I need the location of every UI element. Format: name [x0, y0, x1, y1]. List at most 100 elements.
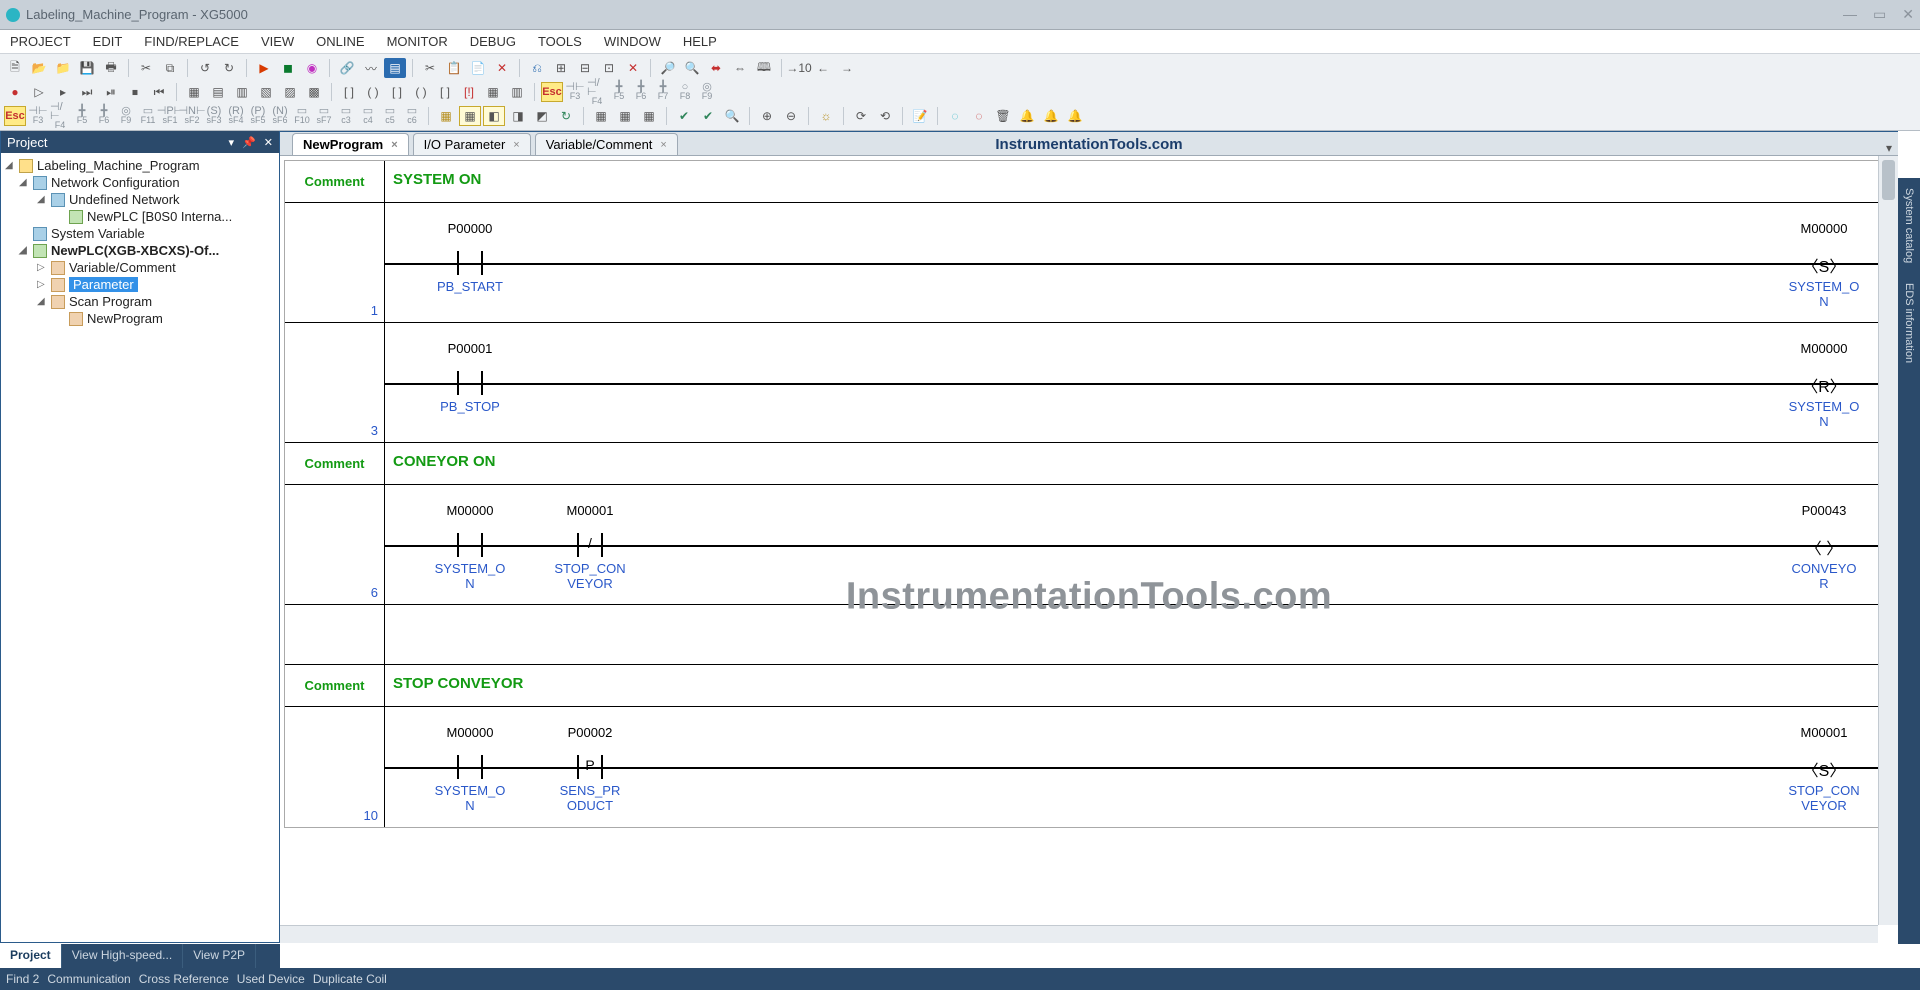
tab-io-parameter[interactable]: I/O Parameter × [413, 133, 531, 155]
f7-key[interactable]: ╋F7 [653, 80, 673, 104]
contact[interactable]: M00000SYSTEM_O N [415, 757, 525, 777]
tree-param[interactable]: ▷Parameter [3, 276, 277, 293]
f4-key[interactable]: ⊣/⊢F4 [587, 80, 607, 104]
back-icon[interactable]: ← [812, 58, 834, 78]
f10-key[interactable]: ▭F10 [292, 104, 312, 128]
menu-tools[interactable]: TOOLS [538, 34, 582, 49]
c4-key[interactable]: ▭c4 [358, 104, 378, 128]
panel-close-icon[interactable]: ✕ [264, 136, 273, 149]
side-tab-eds[interactable]: EDS information [1903, 283, 1915, 363]
menu-help[interactable]: HELP [683, 34, 717, 49]
f3b-key[interactable]: ⊣⊢F3 [28, 104, 48, 128]
tree-scan[interactable]: ◢Scan Program [3, 293, 277, 310]
tab-newprogram[interactable]: NewProgram × [292, 133, 409, 155]
tree-newplc-port[interactable]: NewPLC [B0S0 Interna... [3, 208, 277, 225]
menu-view[interactable]: VIEW [261, 34, 294, 49]
brk6-icon[interactable]: [!] [458, 82, 480, 102]
win3-icon[interactable]: ▥ [231, 82, 253, 102]
step2-icon[interactable]: ▷ [28, 82, 50, 102]
menu-find[interactable]: FIND/REPLACE [144, 34, 239, 49]
mag-icon[interactable]: 🔍 [721, 106, 743, 126]
win2-icon[interactable]: ▤ [207, 82, 229, 102]
sf6-key[interactable]: (N)sF6 [270, 104, 290, 128]
wand-icon[interactable]: ☼ [815, 106, 837, 126]
zoomin-icon[interactable]: ⊕ [756, 106, 778, 126]
f6-key[interactable]: ╋F6 [631, 80, 651, 104]
close-button[interactable]: ✕ [1902, 6, 1914, 23]
cut-icon[interactable]: ✂ [135, 58, 157, 78]
step7-icon[interactable]: ⏮ [148, 82, 170, 102]
tab-variable-comment[interactable]: Variable/Comment × [535, 133, 678, 155]
print-icon[interactable]: 🖶 [100, 58, 122, 78]
panel-dropdown-icon[interactable]: ▾ [229, 136, 235, 149]
table2-icon[interactable]: ▦ [614, 106, 636, 126]
tree-plc[interactable]: ◢NewPLC(XGB-XBCXS)-Of... [3, 242, 277, 259]
bell3-icon[interactable]: 🔔 [1064, 106, 1086, 126]
win4-icon[interactable]: ▧ [255, 82, 277, 102]
step-icon[interactable]: →10 [788, 58, 810, 78]
clip2-icon[interactable]: 📄 [467, 58, 489, 78]
stop-icon[interactable]: ◼ [277, 58, 299, 78]
menu-monitor[interactable]: MONITOR [387, 34, 448, 49]
sf3-key[interactable]: (S)sF3 [204, 104, 224, 128]
bell2-icon[interactable]: 🔔 [1040, 106, 1062, 126]
contact[interactable]: P00001PB_STOP [415, 373, 525, 393]
grid4-icon[interactable]: ◨ [507, 106, 529, 126]
tree-undefnet[interactable]: ◢Undefined Network [3, 191, 277, 208]
table1-icon[interactable]: ▦ [590, 106, 612, 126]
coil[interactable]: M00001〈S〉STOP_CON VEYOR [1769, 757, 1879, 777]
folder-icon[interactable]: 📁 [52, 58, 74, 78]
zoomout-icon[interactable]: ⊖ [780, 106, 802, 126]
ladder-scroll-area[interactable]: CommentSYSTEM ON1P00000PB_STARTM00000〈S〉… [280, 156, 1898, 943]
net-icon[interactable]: ⊞ [550, 58, 572, 78]
cut2-icon[interactable]: ✂ [419, 58, 441, 78]
sf7-key[interactable]: ▭sF7 [314, 104, 334, 128]
ladder-row[interactable]: 6M00000SYSTEM_O NM00001/STOP_CON VEYORP0… [285, 485, 1889, 605]
grid2-icon[interactable]: ▦ [459, 106, 481, 126]
minimize-button[interactable]: — [1843, 6, 1857, 23]
menu-debug[interactable]: DEBUG [470, 34, 516, 49]
ok2-icon[interactable]: ✔ [697, 106, 719, 126]
tree-root[interactable]: ◢Labeling_Machine_Program [3, 157, 277, 174]
f8-key[interactable]: ○F8 [675, 80, 695, 104]
f11-key[interactable]: ▭F11 [138, 104, 158, 128]
contact[interactable]: M00000SYSTEM_O N [415, 535, 525, 555]
win1-icon[interactable]: ▦ [183, 82, 205, 102]
f9b-key[interactable]: ◎F9 [116, 104, 136, 128]
ring1-icon[interactable]: ◌ [944, 106, 966, 126]
panel-tab-project[interactable]: Project [0, 944, 62, 968]
brk5-icon[interactable]: [ ] [434, 82, 456, 102]
step5-icon[interactable]: ⏯ [100, 82, 122, 102]
find-icon[interactable]: 🔎 [657, 58, 679, 78]
bell1-icon[interactable]: 🔔 [1016, 106, 1038, 126]
menu-edit[interactable]: EDIT [93, 34, 123, 49]
undo-icon[interactable]: ↺ [194, 58, 216, 78]
find2-icon[interactable]: 🔍 [681, 58, 703, 78]
grid5-icon[interactable]: ◩ [531, 106, 553, 126]
step4-icon[interactable]: ⏭ [76, 82, 98, 102]
panel-tab-highspeed[interactable]: View High-speed... [62, 944, 184, 968]
run-icon[interactable]: ▶ [253, 58, 275, 78]
table3-icon[interactable]: ▦ [638, 106, 660, 126]
net2-icon[interactable]: ⊟ [574, 58, 596, 78]
break-icon[interactable]: ● [4, 82, 26, 102]
brk7-icon[interactable]: ▦ [482, 82, 504, 102]
delete-icon[interactable]: ✕ [491, 58, 513, 78]
c6-key[interactable]: ▭c6 [402, 104, 422, 128]
save-icon[interactable]: 💾 [76, 58, 98, 78]
xref-icon[interactable]: ⇔ [729, 58, 751, 78]
sf5-key[interactable]: (P)sF5 [248, 104, 268, 128]
vertical-scrollbar[interactable] [1878, 156, 1898, 925]
ring2-icon[interactable]: ◌ [968, 106, 990, 126]
trend-icon[interactable]: 〰 [360, 58, 382, 78]
esc-key-icon[interactable]: Esc [541, 82, 563, 102]
del2-icon[interactable]: ✕ [622, 58, 644, 78]
win6-icon[interactable]: ▩ [303, 82, 325, 102]
chart-icon[interactable]: ▤ [384, 58, 406, 78]
clip-icon[interactable]: 📋 [443, 58, 465, 78]
step3-icon[interactable]: ▸ [52, 82, 74, 102]
horizontal-scrollbar[interactable] [280, 925, 1878, 943]
f3-key[interactable]: ⊣⊢F3 [565, 80, 585, 104]
ladder-row[interactable]: 10M00000SYSTEM_O NP00002PSENS_PR ODUCTM0… [285, 707, 1889, 827]
brk1-icon[interactable]: [ ] [338, 82, 360, 102]
